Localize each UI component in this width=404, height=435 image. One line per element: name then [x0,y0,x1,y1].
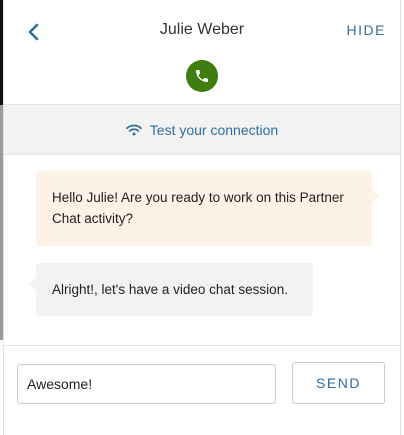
contact-name: Julie Weber [159,21,245,38]
send-button[interactable]: SEND [292,362,385,404]
chat-panel: Julie Weber HIDE Test your connection He… [3,0,401,435]
test-connection-link[interactable]: Test your connection [125,121,279,138]
app-frame: Julie Weber HIDE Test your connection He… [0,0,404,435]
test-connection-label: Test your connection [149,121,279,138]
connection-bar: Test your connection [4,104,400,155]
phone-icon [196,70,208,82]
message-bubble-incoming: Hello Julie! Are you ready to work on th… [36,171,379,246]
chat-header: Julie Weber HIDE [4,0,400,104]
message-composer: SEND [4,345,400,435]
message-bubble-outgoing: Alright!, let's have a video chat sessio… [29,263,313,316]
wifi-icon [125,124,142,135]
hide-button[interactable]: HIDE [347,22,386,38]
message-input[interactable] [17,364,276,404]
call-button[interactable] [186,60,218,92]
message-list: Hello Julie! Are you ready to work on th… [4,156,400,345]
